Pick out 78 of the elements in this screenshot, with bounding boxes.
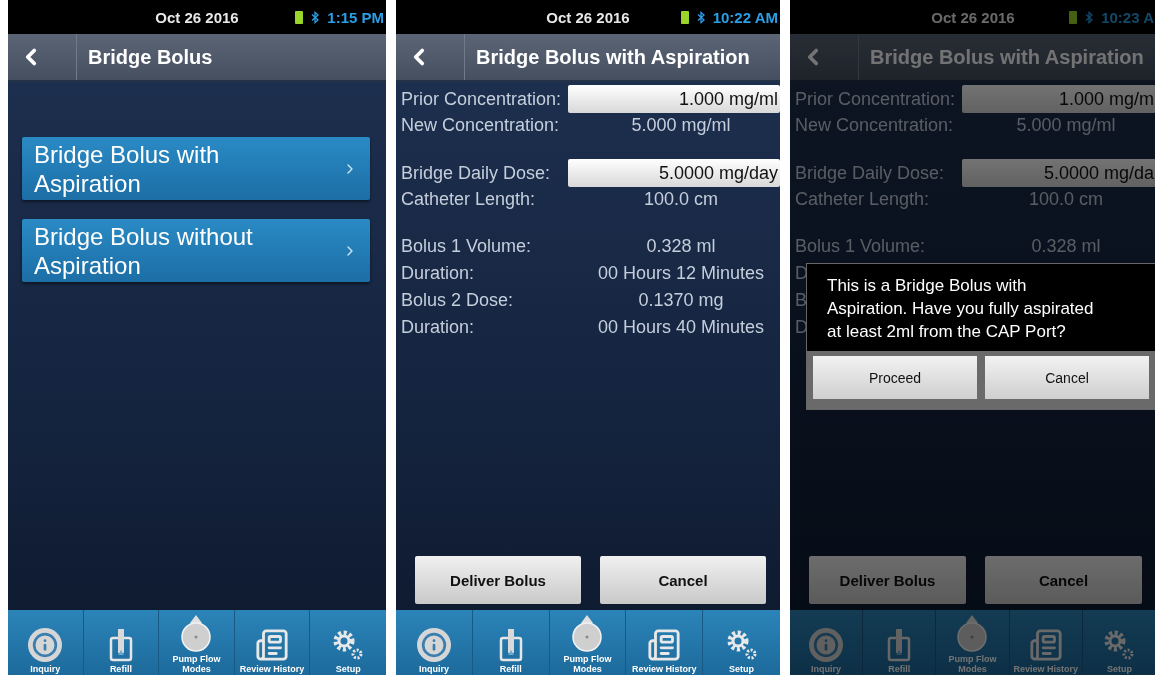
field-value: 00 Hours 40 Minutes (597, 317, 765, 338)
nav-tab[interactable]: Pump Flow Modes (159, 610, 235, 675)
status-time: 10:22 AM (712, 8, 778, 26)
field-label: Bolus 2 Dose: (400, 290, 514, 311)
input-field[interactable]: 5.0000 mg/day (568, 159, 780, 187)
bluetooth-icon (696, 10, 705, 24)
field-value: 0.328 ml (1031, 236, 1101, 257)
screen-title: Bridge Bolus with Aspiration (869, 45, 1144, 69)
document-icon (647, 628, 682, 662)
field-label: New Concentration: (400, 115, 560, 136)
field-value: 5.000 mg/ml (631, 115, 731, 136)
status-date: Oct 26 2016 (155, 8, 239, 26)
pump-disc-icon (179, 614, 214, 652)
field-value: 5.000 mg/ml (1016, 115, 1116, 136)
field-label: B (794, 290, 807, 311)
syringe-cup-icon (887, 628, 912, 662)
nav-tab[interactable]: Inquiry (396, 610, 473, 675)
nav-tab[interactable]: Setup (310, 610, 386, 675)
nav-tab[interactable]: Review History (234, 610, 311, 675)
field-value: 0.1370 mg (638, 290, 724, 311)
menu-item[interactable]: Bridge Bolus with Aspiration (22, 137, 370, 200)
input-field[interactable]: 1.000 mg/ml (568, 85, 780, 113)
pump-disc-icon (955, 614, 990, 652)
battery-icon (1069, 10, 1078, 24)
nav-tab[interactable]: Pump Flow Modes (936, 610, 1010, 675)
field-label: Bolus 1 Volume: (400, 236, 532, 257)
nav-tab[interactable]: Refill (83, 610, 160, 675)
dialog-button[interactable]: Proceed (813, 356, 977, 399)
field-value: 00 Hours 12 Minutes (597, 263, 765, 284)
info-icon (28, 628, 63, 662)
nav-tab[interactable]: Review History (1009, 610, 1083, 675)
nav-tab[interactable]: Refill (863, 610, 937, 675)
nav-tab[interactable]: Inquiry (790, 610, 864, 675)
pump-disc-icon (570, 614, 605, 652)
battery-icon (680, 10, 689, 24)
action-button[interactable]: Cancel (985, 556, 1142, 604)
nav-tab[interactable]: Setup (703, 610, 780, 675)
field-value: 100.0 cm (643, 189, 718, 210)
info-icon (809, 628, 844, 662)
field-label: Prior Concentration: (400, 88, 562, 110)
nav-tab[interactable]: Inquiry (8, 610, 84, 675)
bluetooth-icon (1085, 10, 1094, 24)
status-date: Oct 26 2016 (546, 8, 630, 26)
field-label: New Concentration: (794, 115, 954, 136)
bluetooth-icon (311, 10, 320, 24)
status-time: 1:15 PM (327, 8, 384, 26)
syringe-cup-icon (498, 628, 523, 662)
field-label: Duration: (400, 317, 475, 338)
document-icon (1028, 628, 1063, 662)
field-label: Bridge Daily Dose: (400, 162, 551, 184)
action-button[interactable]: Deliver Bolus (809, 556, 966, 604)
nav-tab[interactable]: Review History (626, 610, 704, 675)
nav-tab[interactable]: Setup (1082, 610, 1155, 675)
field-label: Duration: (400, 263, 475, 284)
field-label: Catheter Length: (794, 189, 930, 210)
action-button[interactable]: Cancel (600, 556, 766, 604)
field-label: Prior Concentration: (794, 88, 956, 110)
field-label: Bridge Daily Dose: (794, 162, 945, 184)
nav-tab[interactable]: Pump Flow Modes (549, 610, 627, 675)
syringe-cup-icon (108, 628, 133, 662)
screen-title: Bridge Bolus with Aspiration (475, 45, 750, 69)
dialog-button[interactable]: Cancel (985, 356, 1149, 399)
nav-tab[interactable]: Refill (472, 610, 550, 675)
field-value: 0.328 ml (646, 236, 716, 257)
screen-title: Bridge Bolus (87, 45, 213, 69)
field-label: Catheter Length: (400, 189, 536, 210)
menu-item[interactable]: Bridge Bolus without Aspiration (22, 219, 370, 282)
field-label: Bolus 1 Volume: (794, 236, 926, 257)
field-value: 100.0 cm (1028, 189, 1103, 210)
input-field[interactable]: 1.000 mg/m (962, 85, 1155, 113)
action-button[interactable]: Deliver Bolus (415, 556, 581, 604)
info-icon (416, 628, 451, 662)
status-date: Oct 26 2016 (931, 8, 1015, 26)
dialog-message: This is a Bridge Bolus with Aspiration. Have you fully aspirated at least 2ml from the CAP Port? (826, 275, 1095, 343)
input-field[interactable]: 5.0000 mg/da (962, 159, 1155, 187)
status-time: 10:23 A (1101, 8, 1154, 26)
battery-icon (295, 10, 304, 24)
document-icon (255, 628, 290, 662)
